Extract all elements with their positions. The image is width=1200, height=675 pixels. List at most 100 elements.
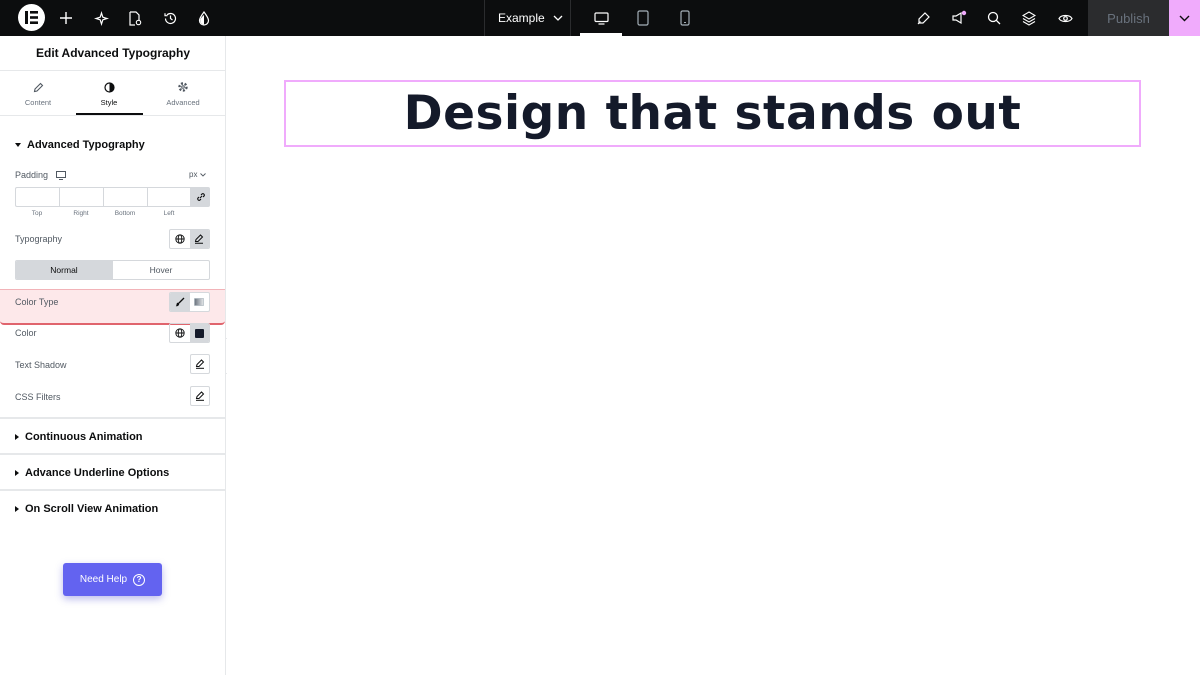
tablet-icon[interactable] <box>625 0 661 36</box>
pencil-icon <box>33 82 43 92</box>
chevron-down-icon <box>200 172 207 177</box>
edit-css-filters-button[interactable] <box>190 386 210 406</box>
tab-content-label: Content <box>24 97 52 107</box>
half-circle-icon <box>103 81 115 93</box>
state-tabs: Normal Hover <box>15 260 210 280</box>
padding-label: Padding <box>15 170 49 180</box>
editor-panel: Edit Advanced Typography Content Style A… <box>0 36 226 675</box>
dimension-label: Left <box>163 210 175 217</box>
add-icon[interactable] <box>48 0 84 36</box>
pencil-edit-icon <box>195 234 204 244</box>
active-tab-indicator <box>76 113 143 115</box>
page-selector[interactable]: Example <box>498 0 563 36</box>
section-on-scroll-view-animation[interactable]: On Scroll View Animation <box>15 503 158 515</box>
history-icon[interactable] <box>152 0 188 36</box>
dimension-label: Top <box>31 210 43 217</box>
caret-right-icon <box>15 470 19 476</box>
padding-left-input[interactable] <box>147 187 191 207</box>
search-icon[interactable] <box>976 0 1012 36</box>
color-swatch-button[interactable] <box>189 324 209 342</box>
preview-canvas: Design that stands out <box>227 36 1200 675</box>
color-swatch <box>194 328 204 338</box>
ai-sparkle-icon[interactable] <box>83 0 119 36</box>
caret-down-icon <box>15 143 21 147</box>
mobile-icon[interactable] <box>667 0 703 36</box>
divider <box>0 453 226 455</box>
page-selector-label: Example <box>498 11 545 25</box>
gradient-icon <box>194 298 205 306</box>
color-controls <box>169 323 210 343</box>
section-title: On Scroll View Animation <box>25 503 159 515</box>
chevron-down-icon <box>1179 15 1190 21</box>
responsive-desktop-icon[interactable] <box>56 170 67 180</box>
need-help-label: Need Help <box>79 574 128 585</box>
padding-top-input[interactable] <box>15 187 59 207</box>
css-filters-label: CSS Filters <box>15 392 61 402</box>
pencil-edit-icon <box>195 359 205 369</box>
color-type-label: Color Type <box>15 297 59 307</box>
color-type-gradient-button[interactable] <box>190 293 210 311</box>
color-type-controls <box>169 292 210 312</box>
section-title: Advanced Typography <box>27 139 145 151</box>
section-title: Continuous Animation <box>25 431 143 443</box>
color-label: Color <box>15 328 37 338</box>
publish-button[interactable]: Publish <box>1088 0 1169 36</box>
chevron-down-icon <box>553 15 563 21</box>
divider <box>484 0 485 36</box>
edit-text-shadow-button[interactable] <box>190 354 210 374</box>
tab-advanced-label: Advanced <box>166 98 200 107</box>
panel-title: Edit Advanced Typography <box>0 36 226 71</box>
tab-hover[interactable]: Hover <box>112 261 209 279</box>
global-typography-button[interactable] <box>170 230 190 248</box>
dimension-label: Bottom <box>114 210 136 217</box>
site-settings-icon[interactable] <box>186 0 222 36</box>
need-help-button[interactable]: Need Help ? <box>63 563 162 596</box>
structure-layers-icon[interactable] <box>1011 0 1047 36</box>
edit-typography-button[interactable] <box>189 230 209 248</box>
tab-style[interactable]: Style <box>74 72 144 116</box>
unit-label: px <box>189 170 198 179</box>
typography-controls <box>169 229 210 249</box>
padding-inputs <box>15 187 210 207</box>
color-type-classic-button[interactable] <box>170 293 190 311</box>
top-bar: Example Publish <box>0 0 1200 36</box>
elementor-logo-icon[interactable] <box>18 4 45 31</box>
tab-normal[interactable]: Normal <box>16 261 112 279</box>
globe-icon <box>175 328 185 338</box>
unit-selector[interactable]: px <box>189 170 207 179</box>
divider <box>0 417 226 419</box>
divider <box>0 489 226 491</box>
integrations-icon[interactable] <box>905 0 941 36</box>
section-advance-underline-options[interactable]: Advance Underline Options <box>15 467 169 479</box>
section-continuous-animation[interactable]: Continuous Animation <box>15 431 143 443</box>
tab-content[interactable]: Content <box>3 72 73 116</box>
text-shadow-label: Text Shadow <box>15 360 67 370</box>
padding-right-input[interactable] <box>59 187 103 207</box>
selected-heading-widget[interactable]: Design that stands out <box>284 80 1141 147</box>
section-title: Advance Underline Options <box>25 467 170 479</box>
global-color-button[interactable] <box>170 324 190 342</box>
heading-text[interactable]: Design that stands out <box>404 86 1022 141</box>
tab-style-label: Style <box>100 97 118 107</box>
panel-tabs: Content Style Advanced <box>0 72 226 116</box>
link-values-button[interactable] <box>191 187 210 207</box>
gear-icon <box>178 82 188 92</box>
page-settings-icon[interactable] <box>117 0 153 36</box>
preview-eye-icon[interactable] <box>1047 0 1083 36</box>
globe-icon <box>175 234 185 244</box>
desktop-icon[interactable] <box>583 0 619 36</box>
brush-icon <box>175 297 185 307</box>
link-icon <box>196 193 205 201</box>
dimension-label: Right <box>73 210 89 217</box>
caret-right-icon <box>15 506 19 512</box>
question-icon: ? <box>133 573 146 586</box>
publish-options-button[interactable] <box>1169 0 1200 36</box>
section-advanced-typography[interactable]: Advanced Typography <box>15 139 145 151</box>
padding-side-labels: Top Right Bottom Left <box>15 210 191 217</box>
caret-right-icon <box>15 434 19 440</box>
padding-bottom-input[interactable] <box>103 187 147 207</box>
pencil-edit-icon <box>195 391 205 401</box>
divider <box>570 0 571 36</box>
tab-advanced[interactable]: Advanced <box>148 72 218 116</box>
whats-new-icon[interactable] <box>941 0 977 36</box>
